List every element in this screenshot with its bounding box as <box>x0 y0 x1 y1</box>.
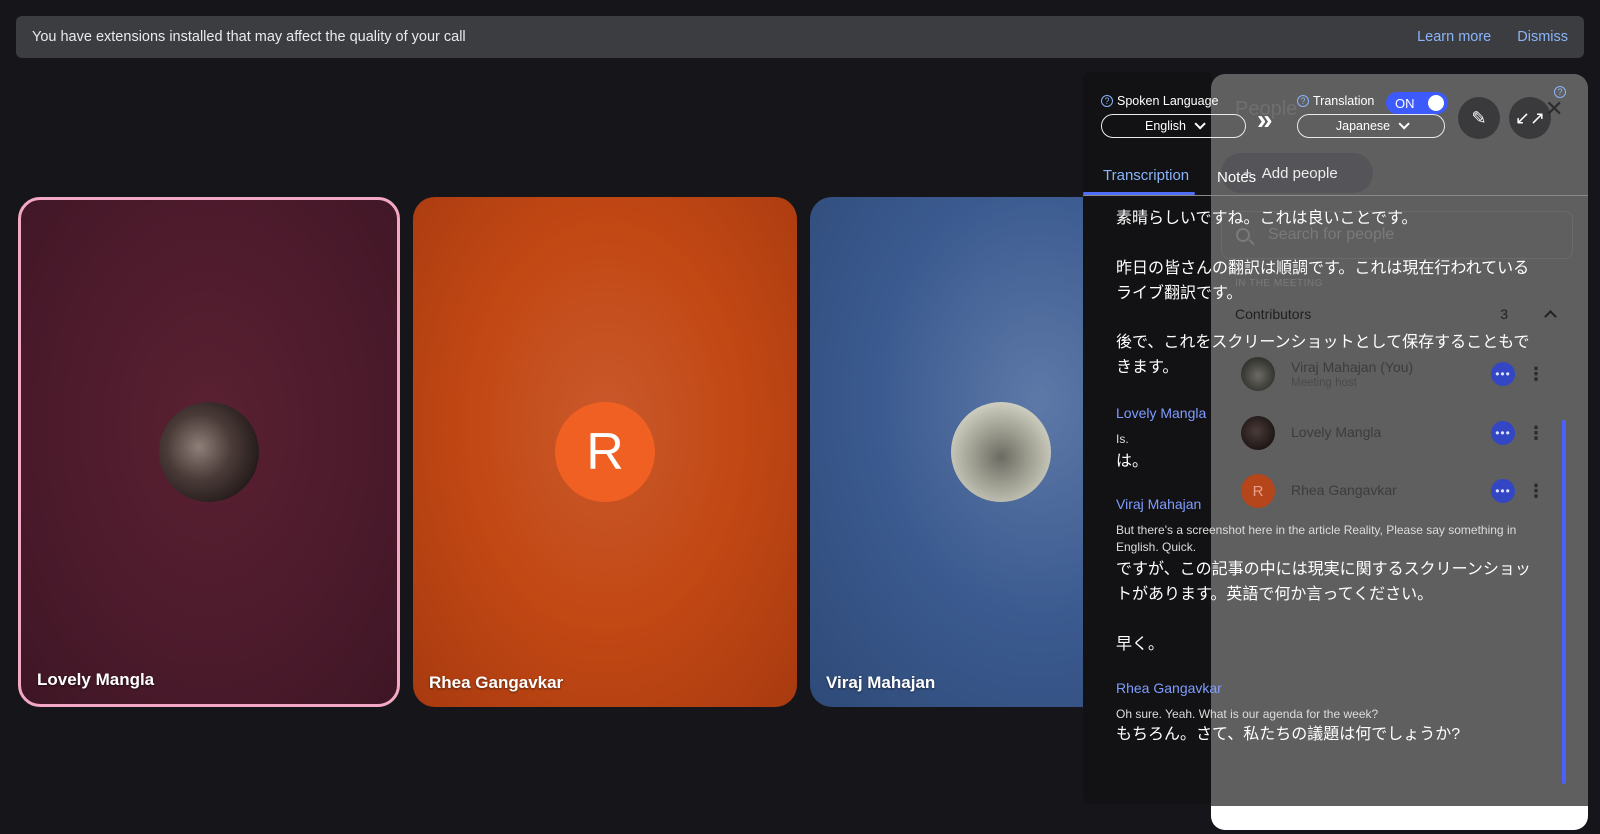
chevron-down-icon <box>1398 118 1410 130</box>
double-chevron-right-icon: » <box>1257 104 1272 135</box>
translation-label: Translation <box>1313 94 1375 108</box>
translation-language-value: Japanese <box>1335 119 1391 133</box>
spoken-language-select[interactable]: English <box>1101 114 1246 138</box>
document-edit-icon: ✎ <box>1471 107 1487 128</box>
translation-language-select[interactable]: Japanese <box>1297 114 1445 138</box>
participant-name: Rhea Gangavkar <box>429 673 564 692</box>
banner-message: You have extensions installed that may a… <box>32 29 466 45</box>
contributors-header[interactable]: Contributors 3 <box>1235 306 1557 323</box>
add-people-label: Add people <box>1261 164 1338 182</box>
participant-name: Lovely Mangla <box>37 670 155 689</box>
contributors-count: 3 <box>1500 306 1508 322</box>
translation-toggle-label: ON <box>1395 95 1415 111</box>
translated-text: は。 <box>1116 453 1149 470</box>
help-icon[interactable]: ? <box>1101 95 1113 107</box>
translated-text: 早く。 <box>1116 636 1165 653</box>
tab-notes[interactable]: Notes <box>1217 169 1256 186</box>
chevron-up-icon[interactable] <box>1544 309 1557 323</box>
collapse-arrows-icon: ↙↗ <box>1514 107 1546 128</box>
spoken-language-control: ? Spoken Language English <box>1101 94 1246 138</box>
translated-text: もちろん。さて、私たちの議題は何でしょうか? <box>1116 726 1461 743</box>
people-panel-footer <box>1211 806 1588 830</box>
spoken-language-label: Spoken Language <box>1117 94 1219 108</box>
help-icon[interactable]: ? <box>1297 95 1309 107</box>
speaker-name: Lovely Mangla <box>1116 405 1207 421</box>
speaker-name: Viraj Mahajan <box>1116 496 1202 512</box>
translated-text: ですが、この記事の中には現実に関するスクリーンショットがあります。英語で何か言っ… <box>1116 561 1531 603</box>
tab-transcription[interactable]: Transcription <box>1103 167 1189 184</box>
participant-name: Viraj Mahajan <box>826 673 936 692</box>
extensions-warning-banner: You have extensions installed that may a… <box>16 16 1584 58</box>
video-tile-lovely-mangla[interactable]: Lovely Mangla <box>18 197 400 707</box>
speaker-name: Rhea Gangavkar <box>1116 680 1222 696</box>
transcript-line: 後で、これをスクリーンショットとして保存することもできます。 <box>1116 334 1530 376</box>
learn-more-link[interactable]: Learn more <box>1417 29 1491 45</box>
original-english-text: But there's a screenshot here in the art… <box>1116 523 1517 554</box>
spoken-language-value: English <box>1145 119 1186 133</box>
transcript-scrollbar[interactable] <box>1562 420 1566 784</box>
toggle-knob <box>1428 95 1444 111</box>
original-english-text: Oh sure. Yeah. What is our agenda for th… <box>1116 707 1379 721</box>
video-tile-rhea-gangavkar[interactable]: R Rhea Gangavkar <box>413 197 797 707</box>
participant-avatar <box>951 402 1051 502</box>
transcript-line: 昨日の皆さんの翻訳は順調です。これは現在行われているライブ翻訳です。 <box>1116 260 1530 302</box>
tab-divider <box>1083 195 1588 196</box>
chevron-down-icon <box>1194 118 1206 130</box>
translation-toggle[interactable]: ON <box>1386 92 1448 114</box>
participant-avatar <box>159 402 259 502</box>
dismiss-button[interactable]: Dismiss <box>1517 29 1568 45</box>
participant-avatar: R <box>555 402 655 502</box>
notes-document-button[interactable]: ✎ <box>1458 97 1500 139</box>
close-icon[interactable]: ✕ <box>1545 96 1563 122</box>
contributors-label: Contributors <box>1235 306 1312 322</box>
transcript-line: 素晴らしいですね。これは良いことです。 <box>1116 210 1418 227</box>
original-english-text: Is. <box>1116 432 1129 446</box>
